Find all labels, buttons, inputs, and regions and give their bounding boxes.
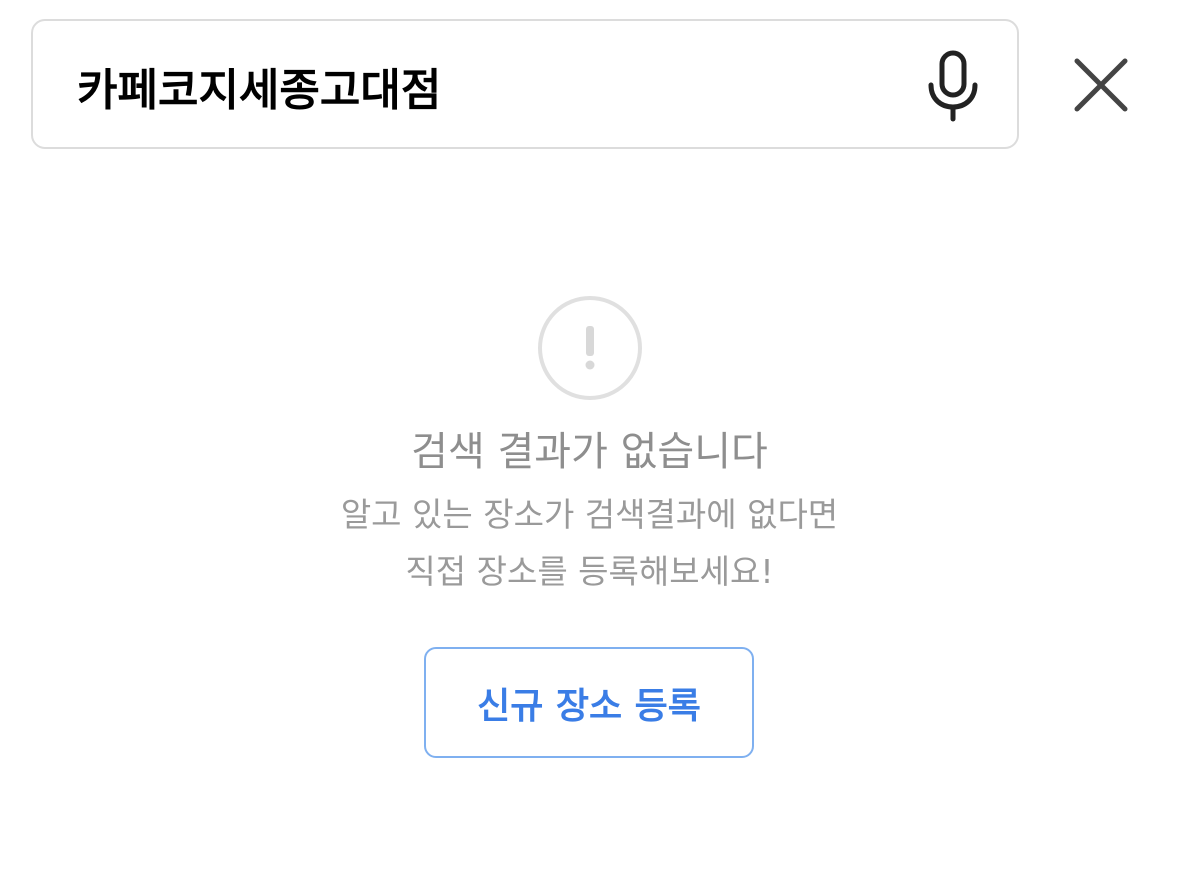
- voice-search-button[interactable]: [921, 49, 985, 123]
- close-button[interactable]: [1066, 50, 1136, 120]
- search-box[interactable]: [31, 19, 1019, 149]
- exclamation-circle-icon: [538, 296, 642, 400]
- empty-state-description-line-1: 알고 있는 장소가 검색결과에 없다면: [340, 495, 839, 534]
- microphone-icon: [928, 50, 978, 122]
- search-input[interactable]: [77, 51, 897, 121]
- close-icon: [1074, 58, 1128, 112]
- register-new-place-button[interactable]: 신규 장소 등록: [424, 647, 754, 758]
- empty-state-title: 검색 결과가 없습니다: [411, 429, 768, 475]
- empty-state-description-line-2: 직접 장소를 등록해보세요!: [405, 552, 774, 591]
